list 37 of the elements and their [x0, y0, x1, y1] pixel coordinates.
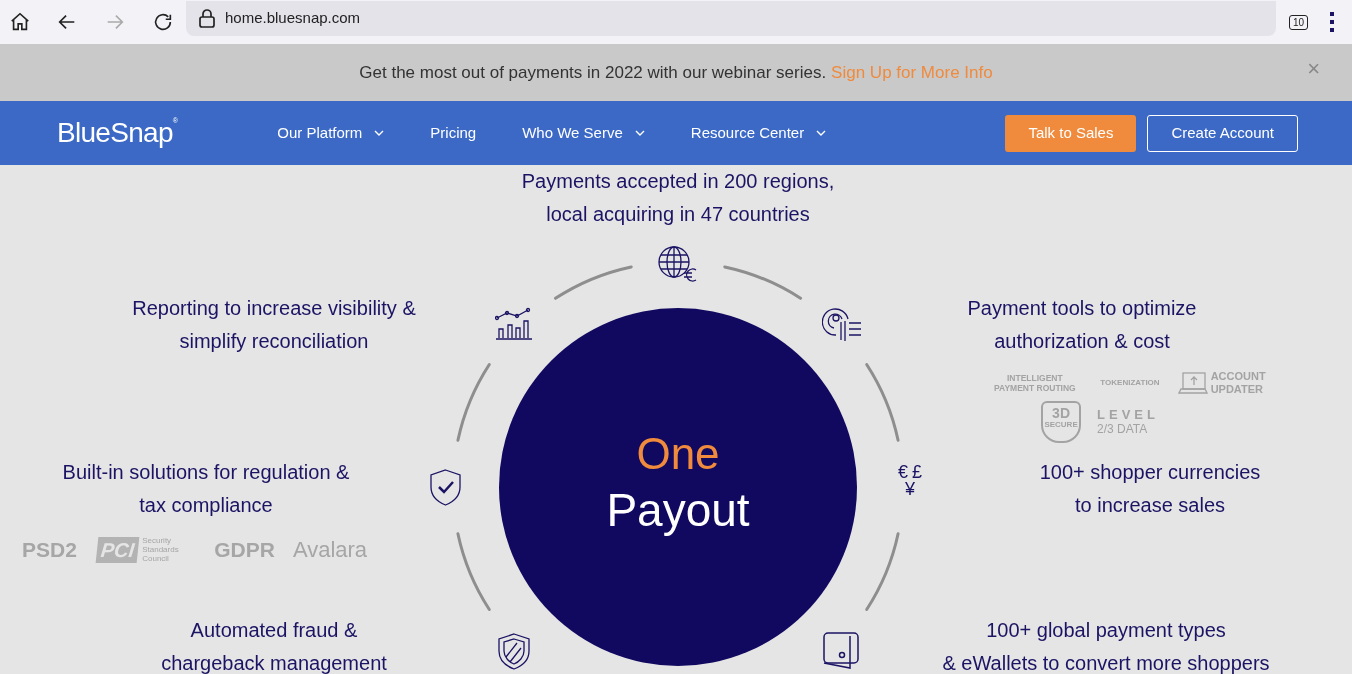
nav-item[interactable]: Resource Center [690, 121, 827, 145]
create-account-button[interactable]: Create Account [1147, 114, 1298, 152]
home-icon[interactable] [9, 11, 31, 33]
wallet-icon [822, 631, 860, 670]
banner-text: Get the most out of payments in 2022 with our webinar series. [359, 61, 827, 84]
tab-count[interactable]: 10 [1289, 14, 1309, 30]
psd2-logo: PSD2 [22, 536, 77, 563]
hub-title: One [636, 428, 720, 480]
nav-item[interactable]: Our Platform [277, 121, 385, 145]
account-updater-logo: ACCOUNT UPDATER [1210, 370, 1267, 396]
url-text: home.bluesnap.com [225, 7, 361, 28]
nav-item[interactable]: Who We Serve [522, 121, 645, 145]
level-data-logo: LEVEL 2/3 DATA [1097, 408, 1159, 436]
feature-text: Payment tools to optimize authorization & cost [966, 296, 1198, 354]
shield-check-icon [429, 469, 462, 506]
laptop-icon [1177, 371, 1208, 395]
avalara-logo: Avalara [292, 536, 368, 564]
globe-icon [658, 246, 698, 282]
address-bar[interactable]: home.bluesnap.com [186, 0, 1276, 36]
menu-icon[interactable] [1330, 12, 1335, 32]
shield-stripes-icon [497, 633, 531, 670]
3d-secure-badge: 3D SECURE [1041, 401, 1082, 443]
hub-subtitle: Payout [606, 483, 750, 538]
reload-icon[interactable] [152, 11, 174, 33]
tokenization-logo: TOKENIZATION [1100, 377, 1160, 389]
lock-icon [198, 8, 216, 28]
feature-text: Payments accepted in 200 regions, local acquiring in 47 countries [520, 169, 836, 227]
feature-text: 100+ global payment types & eWallets to convert more shoppers [941, 618, 1271, 674]
chart-icon [495, 305, 533, 340]
routing-logo: INTELLIGENT PAYMENT ROUTING [993, 373, 1077, 393]
feature-text: Reporting to increase visibility & simplify reconciliation [131, 296, 417, 354]
feature-text: Automated fraud & chargeback management [160, 618, 388, 674]
nav-item[interactable]: Pricing [430, 121, 477, 145]
feature-text: 100+ shopper currencies to increase sales [1038, 460, 1262, 518]
feature-text: Built-in solutions for regulation & tax compliance [61, 460, 351, 518]
gdpr-logo: GDPR [214, 536, 275, 563]
currency-icon: € £ ¥ [893, 464, 927, 498]
